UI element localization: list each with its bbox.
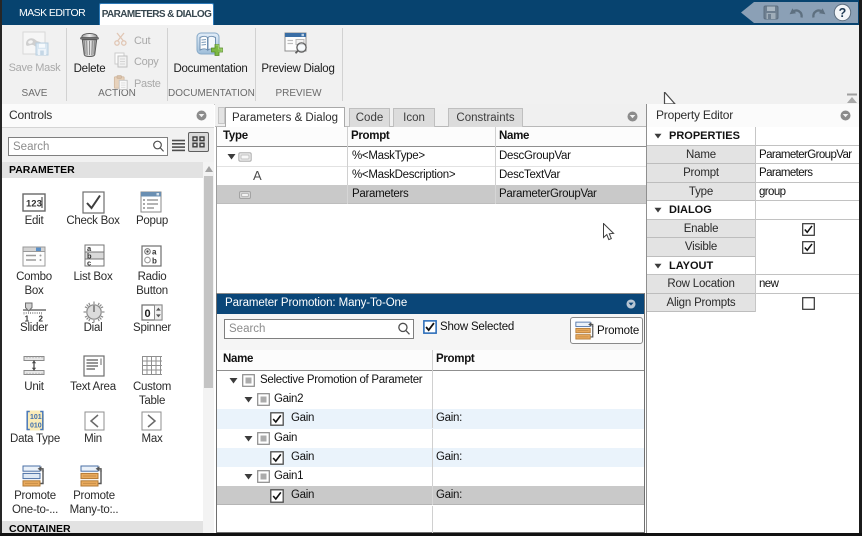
svg-text:010: 010 (30, 422, 42, 429)
svg-text:b: b (152, 257, 157, 266)
svg-text:c: c (87, 259, 91, 268)
svg-text:0: 0 (145, 308, 151, 320)
svg-text:123: 123 (26, 199, 42, 210)
svg-text:1: 1 (25, 315, 30, 323)
svg-text:a: a (152, 248, 157, 257)
svg-text:101: 101 (30, 414, 42, 421)
svg-text:?: ? (839, 6, 847, 20)
svg-text:2: 2 (39, 315, 44, 323)
